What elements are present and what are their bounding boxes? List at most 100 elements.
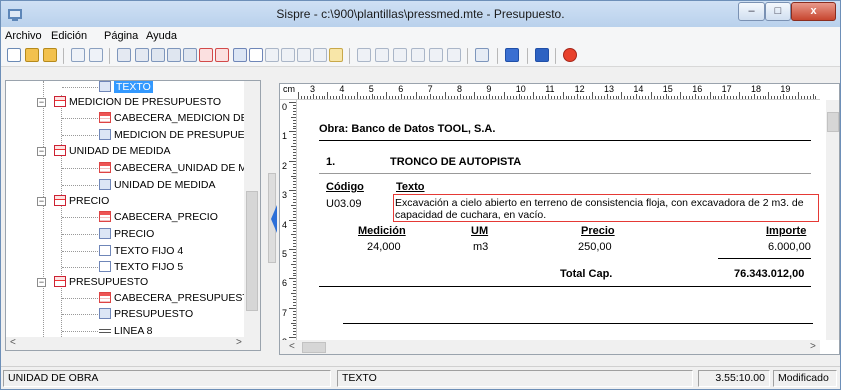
- minimize-button[interactable]: –: [738, 2, 765, 21]
- undo-icon[interactable]: [505, 48, 519, 62]
- importe-value: 6.000,00: [768, 241, 811, 253]
- maximize-button[interactable]: □: [765, 2, 791, 21]
- tree-collapse-icon[interactable]: −: [37, 147, 46, 156]
- rect-icon[interactable]: [313, 48, 327, 62]
- ruler-tick: [512, 96, 514, 99]
- tree-item[interactable]: UNIDAD DE MEDIDA: [99, 177, 216, 194]
- panel-splitter[interactable]: [265, 67, 277, 355]
- page-setup-icon[interactable]: [71, 48, 85, 62]
- tree-item[interactable]: CABECERA_UNIDAD DE MEI: [99, 160, 257, 177]
- fixed-text-icon[interactable]: [249, 48, 263, 62]
- tree-item[interactable]: CABECERA_PRESUPUESTO: [99, 290, 257, 307]
- scroll-right-icon[interactable]: >: [236, 337, 242, 348]
- line-icon[interactable]: [297, 48, 311, 62]
- print-icon[interactable]: [447, 48, 461, 62]
- tree-collapse-icon[interactable]: −: [37, 278, 46, 287]
- tree-item-label: PRECIO: [114, 228, 155, 240]
- ruler-tick: [293, 140, 296, 142]
- doc-icon[interactable]: [281, 48, 295, 62]
- ruler-tick: [577, 94, 579, 99]
- preview-hscroll-thumb[interactable]: [302, 342, 326, 353]
- ruler-tick: [724, 94, 726, 99]
- align-icon[interactable]: [117, 48, 131, 62]
- tree-item[interactable]: CABECERA_MEDICION DE P: [99, 110, 258, 127]
- ruler-tick: [293, 304, 296, 306]
- columns-icon[interactable]: [183, 48, 197, 62]
- new-file-icon[interactable]: [7, 48, 21, 62]
- tree-item-label: CABECERA_PRESUPUESTO: [114, 292, 257, 304]
- precio-value: 250,00: [578, 241, 612, 253]
- note-icon[interactable]: [329, 48, 343, 62]
- selected-text-box[interactable]: Excavación a cielo abierto en terreno de…: [393, 194, 819, 222]
- tree-item[interactable]: UNIDAD DE MEDIDA: [54, 143, 171, 160]
- tree-item-label: UNIDAD DE MEDIDA: [69, 145, 171, 157]
- ruler-tick: [389, 96, 391, 99]
- scroll-right-icon[interactable]: >: [810, 341, 816, 352]
- scroll-left-icon[interactable]: <: [10, 337, 16, 348]
- power-icon[interactable]: [563, 48, 577, 62]
- tree-horizontal-scrollbar[interactable]: < >: [6, 337, 260, 350]
- copy-icon[interactable]: [167, 48, 181, 62]
- tree-vertical-scrollbar[interactable]: [244, 81, 260, 337]
- ruler-number: 7: [282, 307, 288, 318]
- tree-item[interactable]: CABECERA_PRECIO: [99, 209, 218, 226]
- grid-icon[interactable]: [393, 48, 407, 62]
- menu-pagina[interactable]: Página: [104, 30, 138, 42]
- menu-ayuda[interactable]: Ayuda: [146, 30, 177, 42]
- preview-scroll-thumb[interactable]: [827, 112, 839, 132]
- ruler-tick: [547, 94, 549, 99]
- ruler-tick: [293, 137, 296, 139]
- scroll-left-icon[interactable]: <: [289, 341, 295, 352]
- menu-edicion[interactable]: Edición: [51, 30, 87, 42]
- tree-item[interactable]: PRECIO: [99, 226, 154, 243]
- ruler-tick: [293, 313, 296, 315]
- tree-item-label: PRESUPUESTO: [114, 308, 194, 320]
- calculator-icon[interactable]: [475, 48, 489, 62]
- table-icon[interactable]: [199, 48, 213, 62]
- ruler-tick: [671, 96, 673, 99]
- preview-horizontal-scrollbar[interactable]: < >: [280, 340, 820, 354]
- field-icon[interactable]: [233, 48, 247, 62]
- ruler-tick: [291, 234, 296, 236]
- collapse-arrow-icon[interactable]: [271, 205, 277, 233]
- toolbar-separator: [555, 48, 556, 64]
- ruler-tick: [459, 94, 461, 99]
- preview-icon[interactable]: [411, 48, 425, 62]
- ruler-tick: [506, 96, 508, 99]
- save-icon[interactable]: [43, 48, 57, 62]
- ruler-tick: [436, 96, 438, 99]
- tree-item[interactable]: MEDICION DE PRESUPUESTO: [99, 127, 260, 144]
- filter-icon[interactable]: [151, 48, 165, 62]
- section-icon[interactable]: [215, 48, 229, 62]
- list-icon[interactable]: [135, 48, 149, 62]
- line-icon: [99, 325, 111, 336]
- tree-item[interactable]: PRESUPUESTO: [54, 274, 148, 291]
- open-folder-icon[interactable]: [25, 48, 39, 62]
- close-button[interactable]: x: [791, 2, 836, 21]
- tree-item[interactable]: MEDICION DE PRESUPUESTO: [54, 94, 221, 111]
- menu-archivo[interactable]: Archivo: [5, 30, 42, 42]
- ruler-tick: [293, 260, 296, 262]
- ruler-number: 6: [282, 278, 288, 289]
- report-preview[interactable]: cm 345678910111213141516171819 012345678…: [279, 83, 840, 355]
- text-icon[interactable]: [375, 48, 389, 62]
- tree-item[interactable]: PRESUPUESTO: [99, 306, 193, 323]
- tree-collapse-icon[interactable]: −: [37, 98, 46, 107]
- help-icon[interactable]: [535, 48, 549, 62]
- tree-item[interactable]: PRECIO: [54, 193, 109, 210]
- tree-item[interactable]: TEXTO FIJO 4: [99, 243, 183, 260]
- preview-vertical-scrollbar[interactable]: [826, 100, 839, 340]
- export-icon[interactable]: [429, 48, 443, 62]
- column-medicion: Medición: [358, 225, 406, 237]
- tree-collapse-icon[interactable]: −: [37, 197, 46, 206]
- ruler-tick: [327, 92, 329, 99]
- ruler-tick: [574, 96, 576, 99]
- fixed-text-icon: [99, 245, 111, 256]
- ruler-tick: [293, 231, 296, 233]
- zoom-icon[interactable]: [357, 48, 371, 62]
- page-icon[interactable]: [89, 48, 103, 62]
- image-icon[interactable]: [265, 48, 279, 62]
- ruler-tick: [403, 96, 405, 99]
- report-tree[interactable]: TEXTO − MEDICION DE PRESUPUESTO CABECERA_ME…: [5, 80, 261, 351]
- tree-scroll-thumb[interactable]: [246, 191, 258, 311]
